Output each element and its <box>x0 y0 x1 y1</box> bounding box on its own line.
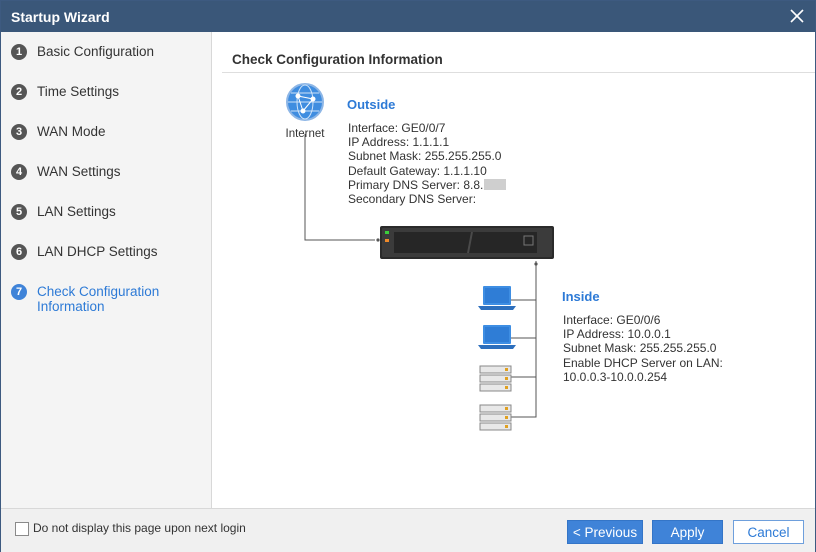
inside-dhcp: Enable DHCP Server on LAN: <box>563 355 723 370</box>
step-number-badge: 1 <box>11 44 27 60</box>
step-number-badge: 3 <box>11 124 27 140</box>
firewall-device-icon <box>380 226 554 259</box>
inside-mask: Subnet Mask: 255.255.255.0 <box>563 341 717 356</box>
inside-info: Interface: GE0/0/6 IP Address: 10.0.0.1 … <box>563 313 723 384</box>
title-bar: Startup Wizard <box>1 1 815 32</box>
step-label: Basic Configuration <box>37 44 155 59</box>
redacted-value <box>484 178 507 190</box>
inside-range: 10.0.0.3-10.0.0.254 <box>563 369 668 384</box>
inside-ip: IP Address: 10.0.0.1 <box>563 327 671 342</box>
step-label: WAN Mode <box>37 124 106 139</box>
topology-diagram: Internet <box>286 83 554 431</box>
step-label: WAN Settings <box>37 164 121 179</box>
close-icon[interactable] <box>787 6 807 26</box>
step-number-badge: 4 <box>11 164 27 180</box>
dont-show-label: Do not display this page upon next login <box>33 521 246 535</box>
step-number-badge: 2 <box>11 84 27 100</box>
outside-primary-dns-row: Primary DNS Server: 8.8. <box>348 177 507 192</box>
globe-icon <box>286 83 324 121</box>
dont-show-checkbox[interactable] <box>15 522 29 536</box>
main-content: Check Configuration Information Internet… <box>212 32 815 508</box>
wizard-steps-sidebar: 1 Basic Configuration 2 Time Settings 3 … <box>1 32 212 508</box>
inside-heading: Inside <box>562 289 600 304</box>
laptop-icon <box>478 325 516 349</box>
apply-button[interactable]: Apply <box>652 520 723 544</box>
outside-ip: IP Address: 1.1.1.1 <box>348 135 450 150</box>
step-number-badge: 6 <box>11 244 27 260</box>
server-icon <box>479 404 512 431</box>
outside-secondary-dns: Secondary DNS Server: <box>348 191 477 206</box>
laptop-icon <box>478 286 516 310</box>
lan-link-line <box>511 261 537 418</box>
previous-button[interactable]: < Previous <box>567 520 643 544</box>
connector-dot <box>534 262 538 266</box>
dialog-title: Startup Wizard <box>11 9 110 25</box>
outside-interface: Interface: GE0/0/7 <box>348 121 446 135</box>
inside-interface: Interface: GE0/0/6 <box>563 313 661 327</box>
step-label: Check Configuration Information <box>37 284 160 314</box>
internet-label: Internet <box>286 128 326 140</box>
step-label: Time Settings <box>37 84 120 99</box>
step-label: LAN DHCP Settings <box>37 244 158 259</box>
startup-wizard-dialog: Startup Wizard 1 Basic Configuration 2 T… <box>0 0 816 552</box>
outside-primary-dns: Primary DNS Server: 8.8. <box>348 177 484 192</box>
outside-mask: Subnet Mask: 255.255.255.0 <box>348 149 502 164</box>
step-number-badge: 7 <box>11 284 27 300</box>
step-number-badge: 5 <box>11 204 27 220</box>
step-label: LAN Settings <box>37 204 116 219</box>
outside-gateway: Default Gateway: 1.1.1.10 <box>348 163 487 178</box>
connector-dot <box>376 238 380 242</box>
dialog-footer: Do not display this page upon next login… <box>1 508 815 552</box>
server-icon <box>479 365 512 392</box>
cancel-button[interactable]: Cancel <box>733 520 804 544</box>
outside-info: Interface: GE0/0/7 IP Address: 1.1.1.1 S… <box>348 121 507 206</box>
outside-heading: Outside <box>347 97 396 112</box>
